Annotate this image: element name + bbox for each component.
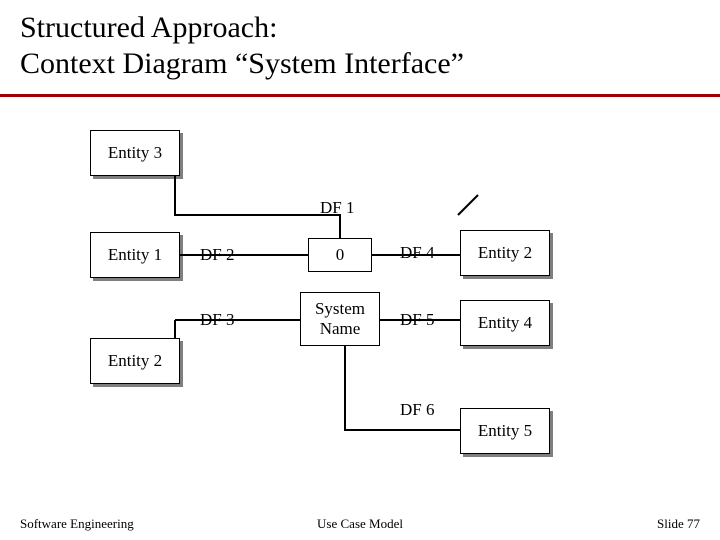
entity-3-box: Entity 3 bbox=[90, 130, 180, 176]
system-name-label: System Name bbox=[315, 299, 365, 340]
df4-label: DF 4 bbox=[400, 243, 434, 263]
entity-2-right-label: Entity 2 bbox=[478, 243, 532, 263]
df5-label: DF 5 bbox=[400, 310, 434, 330]
entity-1-label: Entity 1 bbox=[108, 245, 162, 265]
entity-1-box: Entity 1 bbox=[90, 232, 180, 278]
df1-label: DF 1 bbox=[320, 198, 354, 218]
entity-5-box: Entity 5 bbox=[460, 408, 550, 454]
entity-3-label: Entity 3 bbox=[108, 143, 162, 163]
footer-center: Use Case Model bbox=[0, 516, 720, 532]
system-name-box: System Name bbox=[300, 292, 380, 346]
df6-label: DF 6 bbox=[400, 400, 434, 420]
entity-5-label: Entity 5 bbox=[478, 421, 532, 441]
process-zero-label: 0 bbox=[336, 245, 345, 265]
entity-4-box: Entity 4 bbox=[460, 300, 550, 346]
title-line2: Context Diagram “System Interface” bbox=[20, 47, 464, 80]
entity-2-left-label: Entity 2 bbox=[108, 351, 162, 371]
footer-right: Slide 77 bbox=[657, 516, 700, 532]
entity-2-left-box: Entity 2 bbox=[90, 338, 180, 384]
title-rule bbox=[0, 94, 720, 97]
process-zero-box: 0 bbox=[308, 238, 372, 272]
df2-label: DF 2 bbox=[200, 245, 234, 265]
slide: { "title_line1": "Structured Approach:",… bbox=[0, 0, 720, 540]
slide-title: Structured Approach: Context Diagram “Sy… bbox=[20, 10, 464, 82]
title-line1: Structured Approach: bbox=[20, 11, 277, 44]
entity-4-label: Entity 4 bbox=[478, 313, 532, 333]
df3-label: DF 3 bbox=[200, 310, 234, 330]
entity-2-right-box: Entity 2 bbox=[460, 230, 550, 276]
